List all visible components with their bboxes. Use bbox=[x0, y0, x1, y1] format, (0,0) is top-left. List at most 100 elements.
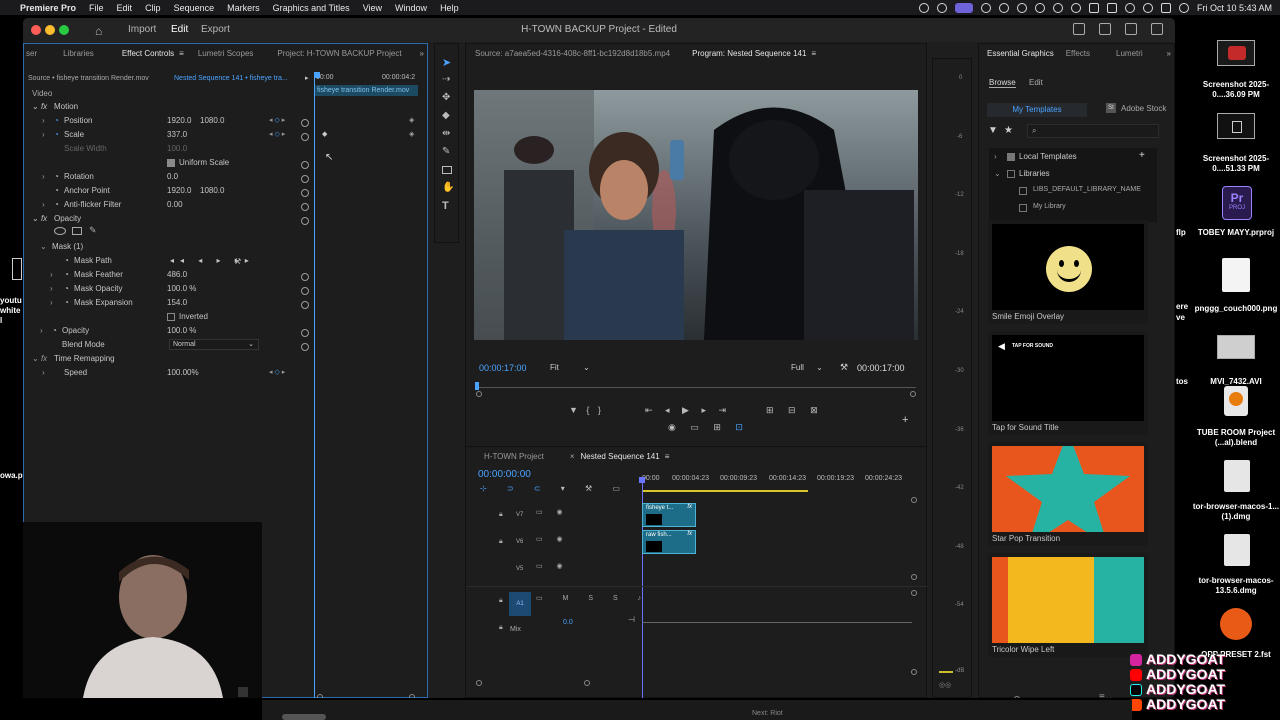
quality-dropdown[interactable]: Full ⌄ bbox=[791, 363, 823, 372]
mix-value[interactable]: 0.0 bbox=[563, 619, 573, 626]
status-icon-5[interactable] bbox=[1016, 2, 1027, 13]
template-card-star-pop[interactable]: Star Pop Transition bbox=[988, 442, 1148, 546]
ec-playhead[interactable] bbox=[314, 74, 315, 698]
dock-now-playing[interactable]: Next: Riot bbox=[752, 710, 783, 717]
rectangle-mask-icon[interactable] bbox=[72, 227, 82, 235]
panel-overflow-icon[interactable]: » bbox=[1167, 49, 1171, 58]
add-template-icon[interactable]: + bbox=[1139, 150, 1145, 161]
wifi-icon[interactable] bbox=[1124, 2, 1135, 13]
dock-item[interactable] bbox=[282, 714, 326, 720]
program-zoom-left[interactable] bbox=[476, 391, 482, 397]
premiere-project-icon[interactable]: Pr PROJ bbox=[1222, 186, 1252, 220]
program-video-frame[interactable] bbox=[474, 90, 918, 340]
expand-mask-expansion[interactable]: › bbox=[50, 298, 53, 310]
tab-source-monitor[interactable]: Source: a7aea5ed-4316-408c-8ff1-bc192d8d… bbox=[475, 49, 670, 58]
menu-app-name[interactable]: Premiere Pro bbox=[20, 3, 76, 13]
desktop-label-screenshot-2[interactable]: Screenshot 2025-0....51.33 PM bbox=[1192, 154, 1280, 174]
expand-scale[interactable]: › bbox=[42, 130, 45, 142]
rotation-value[interactable]: 0.0 bbox=[167, 172, 178, 184]
blend-file-icon[interactable] bbox=[1224, 386, 1248, 416]
rectangle-tool-icon[interactable] bbox=[442, 166, 452, 174]
stopwatch-icon[interactable]: ◔ bbox=[64, 270, 69, 282]
menu-icon[interactable] bbox=[1125, 23, 1137, 35]
antiflicker-value[interactable]: 0.00 bbox=[167, 200, 183, 212]
timeline-a-zoom-top[interactable] bbox=[911, 590, 917, 596]
lock-icon[interactable]: 🔒︎ bbox=[499, 511, 503, 519]
keyframe-nav-icon[interactable]: ◂ ◇ ▸ bbox=[269, 368, 285, 376]
tree-local-templates[interactable]: Local Templates bbox=[1019, 152, 1077, 161]
pen-tool-icon[interactable]: ✎ bbox=[442, 146, 450, 157]
razor-tool-icon[interactable]: ◆ bbox=[442, 110, 450, 121]
fullscreen-icon[interactable] bbox=[1151, 23, 1163, 35]
program-playhead[interactable] bbox=[475, 382, 479, 390]
expand-antiflicker[interactable]: › bbox=[42, 200, 45, 212]
mask-feather-value[interactable]: 486.0 bbox=[167, 270, 187, 282]
stopwatch-icon[interactable]: ◔ bbox=[64, 284, 69, 296]
timeline-h-zoom-right[interactable] bbox=[584, 680, 590, 686]
inverted-checkbox[interactable] bbox=[167, 313, 175, 321]
timeline-playhead-handle[interactable] bbox=[639, 477, 645, 483]
position-x-value[interactable]: 1920.0 bbox=[167, 116, 191, 128]
template-card-tricolor[interactable]: Tricolor Wipe Left bbox=[988, 553, 1148, 657]
add-button-icon[interactable]: + bbox=[902, 414, 908, 426]
share-icon[interactable] bbox=[1099, 23, 1111, 35]
keyframe-diamond-icon[interactable]: ◆ bbox=[322, 130, 327, 138]
blend-mode-dropdown[interactable]: Normal ⌄ bbox=[169, 339, 259, 350]
menu-sequence[interactable]: Sequence bbox=[174, 3, 215, 13]
expand-local-templates[interactable]: › bbox=[994, 152, 997, 161]
menu-edit[interactable]: Edit bbox=[117, 3, 133, 13]
audio-track-icons[interactable]: ▭ M S S ♪ bbox=[536, 594, 650, 602]
template-card-tap-for-sound[interactable]: ◀ TAP FOR SOUND Tap for Sound Title bbox=[988, 331, 1148, 435]
reset-icon[interactable] bbox=[301, 133, 309, 141]
expand-mask[interactable]: ⌄ bbox=[40, 242, 47, 254]
wrench-icon[interactable]: ⚒ bbox=[234, 257, 241, 266]
export-frame-buttons[interactable]: ◉ ▭ ⊞ ⊡ bbox=[668, 422, 749, 433]
libraries-checkbox[interactable] bbox=[1007, 170, 1015, 178]
reset-icon[interactable] bbox=[301, 175, 309, 183]
mask-track-buttons[interactable]: ◂◂ ◂ ▸ ▸▸ bbox=[170, 256, 255, 268]
stopwatch-icon[interactable]: ◔ bbox=[54, 172, 59, 184]
expand-opacity[interactable]: › bbox=[40, 326, 43, 338]
marker-buttons[interactable]: ▼ { } bbox=[569, 405, 604, 415]
anchor-x-value[interactable]: 1920.0 bbox=[167, 186, 191, 198]
tab-htown-project[interactable]: H-TOWN Project bbox=[484, 452, 544, 461]
reset-icon[interactable] bbox=[301, 161, 309, 169]
menu-file[interactable]: File bbox=[89, 3, 104, 13]
type-tool-icon[interactable]: T bbox=[442, 200, 449, 212]
lock-icon[interactable]: 🔒︎ bbox=[499, 538, 503, 546]
template-search-input[interactable]: ⌕ bbox=[1027, 124, 1159, 138]
keyframe-diamond-icon[interactable]: ◈ bbox=[409, 130, 414, 138]
clip-fisheye-transition[interactable]: fisheye t... fx bbox=[642, 503, 696, 527]
track-label-a1[interactable]: A1 bbox=[509, 592, 531, 616]
png-file-icon[interactable] bbox=[1222, 258, 1250, 292]
ripple-tool-icon[interactable]: ✥ bbox=[442, 92, 450, 103]
thumb-size-slider[interactable] bbox=[1014, 696, 1020, 698]
tab-lumetri-scopes[interactable]: Lumetri Scopes bbox=[198, 49, 254, 58]
uniform-scale-checkbox[interactable] bbox=[167, 158, 175, 170]
reset-icon[interactable] bbox=[301, 287, 309, 295]
expand-position[interactable]: › bbox=[42, 116, 45, 128]
list-view-icon[interactable]: ≡⌄ bbox=[1099, 692, 1113, 698]
selection-tool-icon[interactable]: ➤ bbox=[442, 56, 451, 69]
expand-mask-opacity[interactable]: › bbox=[50, 284, 53, 296]
panel-menu-icon[interactable]: ≡ bbox=[665, 452, 670, 461]
timeline-a-zoom-bottom[interactable] bbox=[911, 669, 917, 675]
battery-icon[interactable] bbox=[1106, 2, 1117, 13]
timeline-v-zoom-mid[interactable] bbox=[911, 574, 917, 580]
workspace-icon[interactable] bbox=[1073, 23, 1085, 35]
tab-partial[interactable]: ser bbox=[26, 49, 37, 58]
desktop-thumb-screenshot-2[interactable] bbox=[1217, 113, 1255, 139]
slip-tool-icon[interactable]: ⇹ bbox=[442, 128, 450, 139]
sequence-clip-label[interactable]: Nested Sequence 141 • fisheye tra... bbox=[174, 75, 288, 82]
menu-help[interactable]: Help bbox=[440, 3, 459, 13]
track-label-v5[interactable]: V5 bbox=[516, 566, 523, 572]
reset-icon[interactable] bbox=[301, 329, 309, 337]
status-icon-6[interactable] bbox=[1034, 2, 1045, 13]
meter-solo-buttons[interactable]: ◎◎ bbox=[939, 681, 951, 689]
desktop-label-png[interactable]: pnggg_couch000.png bbox=[1194, 304, 1278, 314]
status-icon-4[interactable] bbox=[998, 2, 1009, 13]
fx-opacity-toggle[interactable]: ⌄ fx bbox=[32, 214, 47, 226]
desktop-label-dmg-2[interactable]: tor-browser-macos-13.5.6.dmg bbox=[1192, 576, 1280, 596]
tab-edit-graphics[interactable]: Edit bbox=[1029, 78, 1043, 87]
tab-effect-controls[interactable]: Effect Controls bbox=[122, 49, 174, 58]
